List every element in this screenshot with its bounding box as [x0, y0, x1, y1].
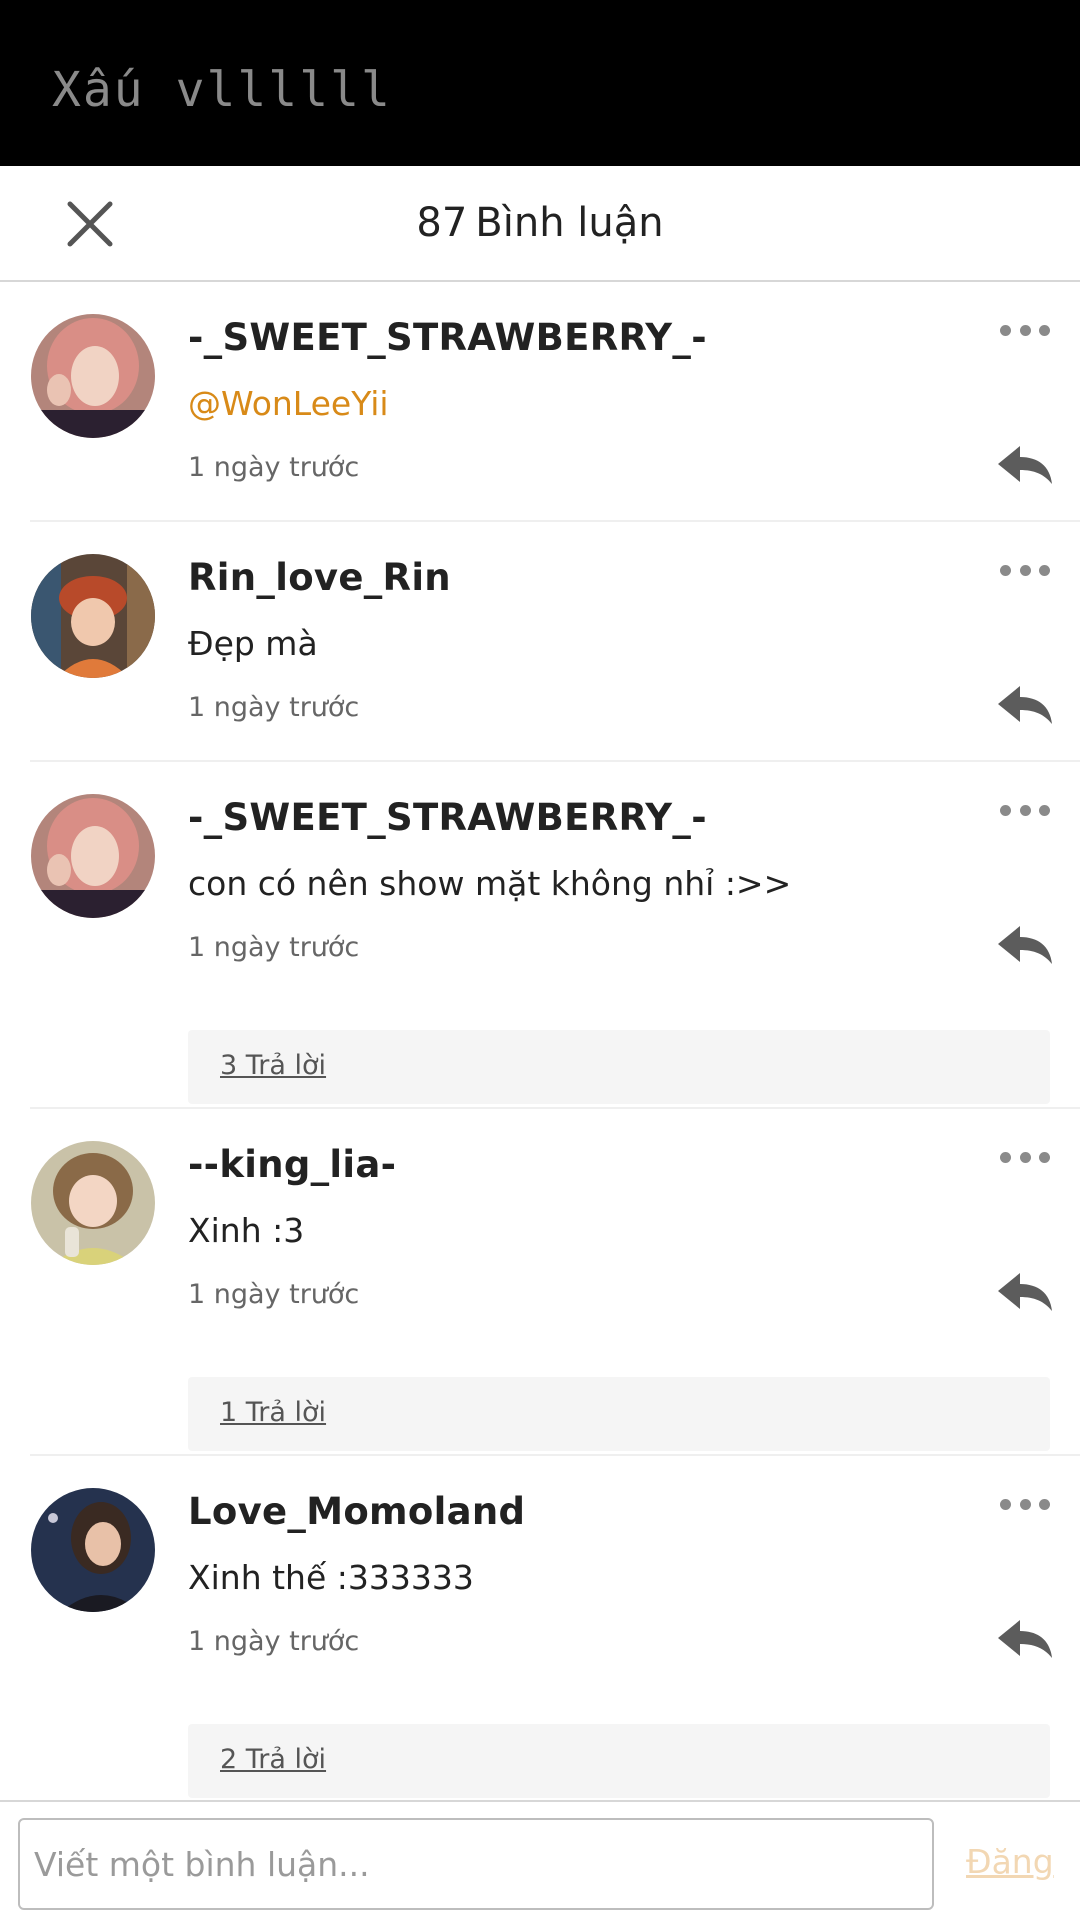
- reply-arrow-icon: [998, 686, 1052, 724]
- reply-arrow-icon: [998, 926, 1052, 964]
- reply-button[interactable]: [996, 1271, 1054, 1315]
- more-options-button[interactable]: [1000, 800, 1050, 820]
- comments-header: 87 Bình luận: [0, 166, 1080, 282]
- comment-item: Rin_love_Rin Đẹp mà 1 ngày trước: [30, 522, 1080, 762]
- reply-arrow-icon: [998, 1273, 1052, 1311]
- post-caption-text: Xấu vllllll: [52, 62, 392, 118]
- more-options-button[interactable]: [1000, 320, 1050, 340]
- comment-item: Love_Momoland Xinh thế :333333 1 ngày tr…: [30, 1456, 1080, 1798]
- reply-button[interactable]: [996, 684, 1054, 728]
- comment-item: -_SWEET_STRAWBERRY_- @WonLeeYii 1 ngày t…: [30, 282, 1080, 522]
- comment-username[interactable]: -_SWEET_STRAWBERRY_-: [188, 796, 707, 839]
- comment-text: con có nên show mặt không nhỉ :>>: [188, 864, 792, 903]
- replies-box: 2 Trả lời: [188, 1724, 1050, 1798]
- comment-item: --king_lia- Xinh :3 1 ngày trước 1 Trả l…: [30, 1109, 1080, 1456]
- more-options-button[interactable]: [1000, 1494, 1050, 1514]
- more-dots-icon: [1000, 1151, 1011, 1163]
- comment-count: 87: [416, 200, 468, 246]
- more-options-button[interactable]: [1000, 560, 1050, 580]
- comment-username[interactable]: Love_Momoland: [188, 1490, 525, 1533]
- comment-text: Đẹp mà: [188, 624, 318, 663]
- page-title: 87 Bình luận: [0, 200, 1080, 246]
- post-button[interactable]: Đăng: [966, 1842, 1054, 1881]
- comment-username[interactable]: -_SWEET_STRAWBERRY_-: [188, 316, 707, 359]
- comment-text: Xinh thế :333333: [188, 1558, 474, 1597]
- reply-button[interactable]: [996, 444, 1054, 488]
- comment-input[interactable]: [18, 1818, 934, 1910]
- comment-title-label: Bình luận: [475, 200, 664, 246]
- comment-timestamp: 1 ngày trước: [188, 692, 360, 723]
- avatar[interactable]: [31, 794, 155, 918]
- comment-composer: Đăng: [0, 1800, 1080, 1920]
- comment-timestamp: 1 ngày trước: [188, 452, 360, 483]
- comment-mention[interactable]: @WonLeeYii: [188, 384, 389, 423]
- comment-timestamp: 1 ngày trước: [188, 1626, 360, 1657]
- view-replies-link[interactable]: 1 Trả lời: [220, 1397, 326, 1428]
- more-options-button[interactable]: [1000, 1147, 1050, 1167]
- post-caption-banner: Xấu vllllll: [0, 0, 1080, 166]
- avatar[interactable]: [31, 1141, 155, 1265]
- more-dots-icon: [1000, 804, 1011, 816]
- comment-timestamp: 1 ngày trước: [188, 932, 360, 963]
- avatar[interactable]: [31, 554, 155, 678]
- comment-text: Xinh :3: [188, 1211, 305, 1250]
- comment-timestamp: 1 ngày trước: [188, 1279, 360, 1310]
- reply-button[interactable]: [996, 924, 1054, 968]
- more-dots-icon: [1000, 564, 1011, 576]
- view-replies-link[interactable]: 3 Trả lời: [220, 1050, 326, 1081]
- avatar[interactable]: [31, 314, 155, 438]
- reply-arrow-icon: [998, 446, 1052, 484]
- replies-box: 1 Trả lời: [188, 1377, 1050, 1451]
- reply-arrow-icon: [998, 1620, 1052, 1658]
- comment-list: -_SWEET_STRAWBERRY_- @WonLeeYii 1 ngày t…: [0, 282, 1080, 1798]
- comment-username[interactable]: Rin_love_Rin: [188, 556, 451, 599]
- reply-button[interactable]: [996, 1618, 1054, 1662]
- comment-item: -_SWEET_STRAWBERRY_- con có nên show mặt…: [30, 762, 1080, 1109]
- more-dots-icon: [1000, 324, 1011, 336]
- avatar[interactable]: [31, 1488, 155, 1612]
- view-replies-link[interactable]: 2 Trả lời: [220, 1744, 326, 1775]
- more-dots-icon: [1000, 1498, 1011, 1510]
- comment-username[interactable]: --king_lia-: [188, 1143, 396, 1186]
- replies-box: 3 Trả lời: [188, 1030, 1050, 1104]
